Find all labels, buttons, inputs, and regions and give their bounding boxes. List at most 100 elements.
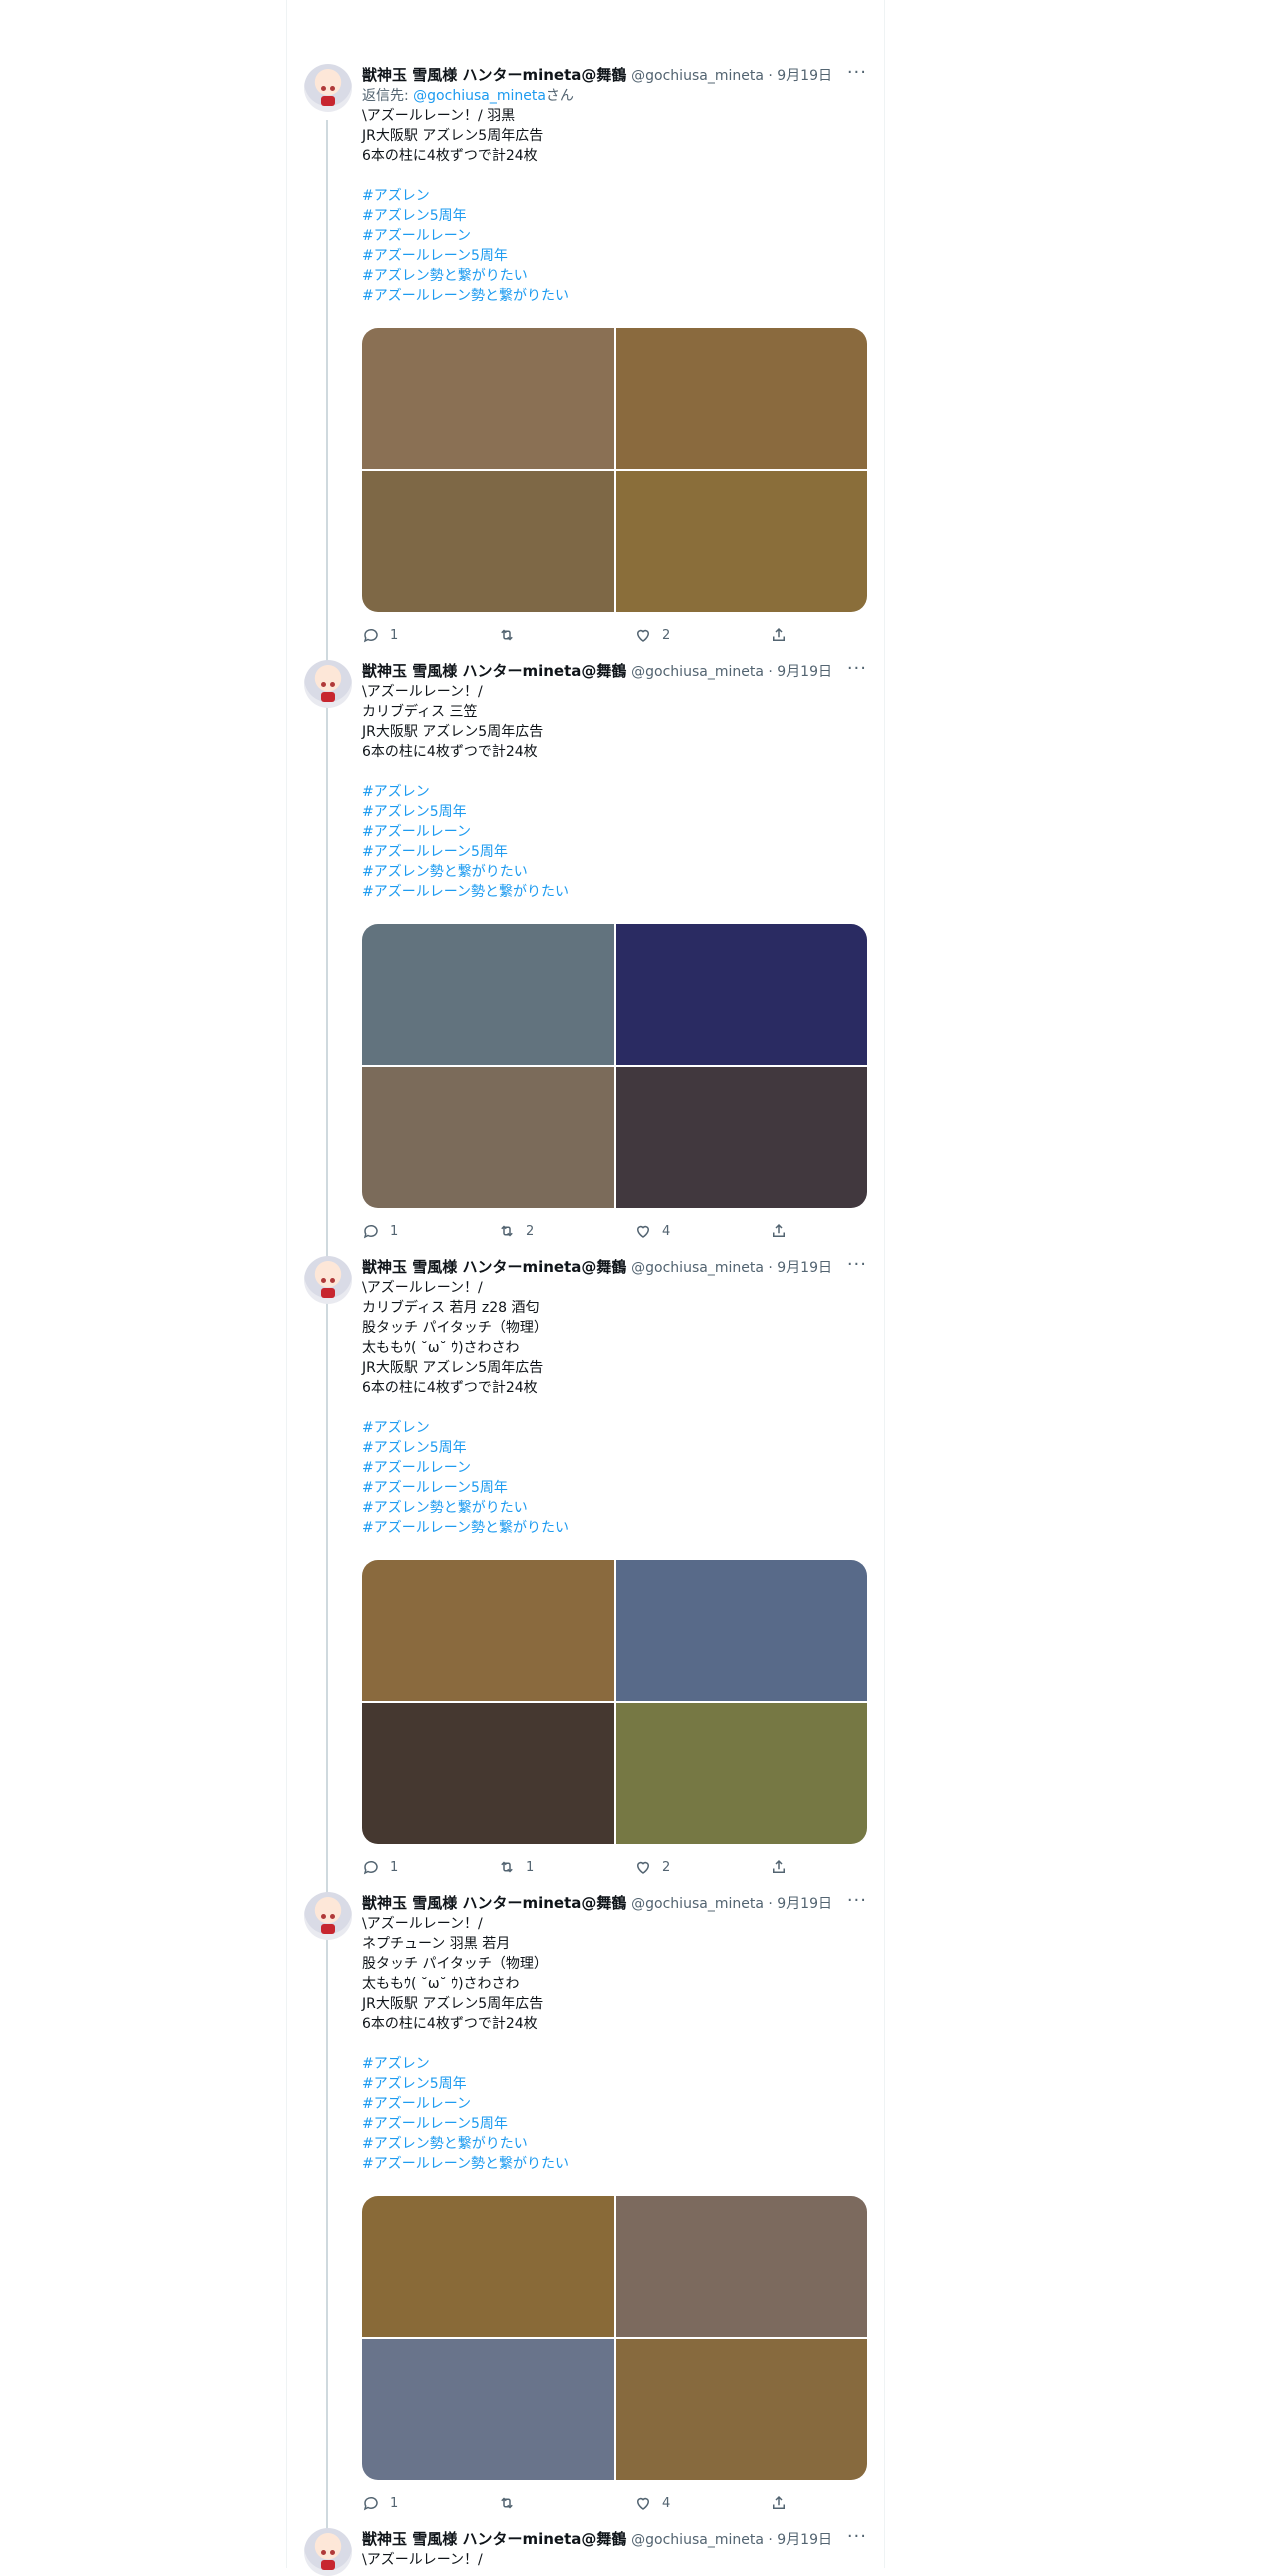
media-photo[interactable]: [362, 328, 614, 469]
author-handle[interactable]: @gochiusa_mineta: [631, 1896, 764, 1912]
more-options-icon[interactable]: ···: [847, 62, 867, 84]
retweet-count: 2: [526, 1223, 535, 1239]
tweet-text-line: \アズールレーン！/: [362, 1280, 483, 1296]
hashtag-link[interactable]: #アズールレーン: [362, 1458, 867, 1478]
media-photo[interactable]: [615, 2196, 867, 2337]
author-handle[interactable]: @gochiusa_mineta: [631, 1260, 764, 1276]
reply-button[interactable]: 1: [362, 2494, 398, 2512]
retweet-button[interactable]: 1: [498, 1858, 534, 1876]
hashtag-link[interactable]: #アズレン: [362, 782, 867, 802]
hashtag-link[interactable]: #アズレン: [362, 2054, 867, 2074]
media-photo[interactable]: [362, 924, 614, 1065]
media-photo[interactable]: [362, 1067, 614, 1208]
like-button[interactable]: 4: [634, 2494, 670, 2512]
retweet-icon: [501, 2497, 513, 2509]
more-options-icon[interactable]: ···: [847, 1890, 867, 1912]
reply-count: 1: [390, 1223, 399, 1239]
tweet-text-line: 6本の柱に4枚ずつで計24枚: [362, 2016, 538, 2032]
hashtag-link[interactable]: #アズールレーン5周年: [362, 246, 867, 266]
hashtag-link[interactable]: #アズレン勢と繋がりたい: [362, 862, 867, 882]
like-button[interactable]: 4: [634, 1222, 670, 1240]
heart-icon: [636, 629, 650, 642]
like-button[interactable]: 2: [634, 1858, 670, 1876]
avatar[interactable]: [304, 2528, 352, 2576]
share-button[interactable]: [770, 1858, 788, 1876]
author-name[interactable]: 獣神玉 雪風様 ハンターmineta@舞鶴: [362, 1258, 626, 1276]
reply-count: 1: [390, 1859, 399, 1875]
author-name[interactable]: 獣神玉 雪風様 ハンターmineta@舞鶴: [362, 1894, 626, 1912]
avatar[interactable]: [304, 660, 352, 708]
media-photo[interactable]: [362, 1703, 614, 1844]
avatar[interactable]: [304, 64, 352, 112]
retweet-button[interactable]: [498, 2494, 526, 2512]
hashtag-link[interactable]: #アズールレーン勢と繋がりたい: [362, 2154, 867, 2174]
media-photo[interactable]: [615, 1560, 867, 1701]
media-photo[interactable]: [615, 2339, 867, 2480]
author-handle[interactable]: @gochiusa_mineta: [631, 664, 764, 680]
reply-icon: [363, 1224, 378, 1239]
reply-button[interactable]: 1: [362, 1222, 398, 1240]
hashtag-link[interactable]: #アズレン5周年: [362, 802, 867, 822]
like-button[interactable]: 2: [634, 626, 670, 644]
retweet-button[interactable]: 2: [498, 1222, 534, 1240]
hashtag-link[interactable]: #アズールレーン5周年: [362, 842, 867, 862]
hashtag-link[interactable]: #アズールレーン勢と繋がりたい: [362, 882, 867, 902]
share-button[interactable]: [770, 626, 788, 644]
tweet-text-line: \アズールレーン！/: [362, 2552, 483, 2568]
media-photo[interactable]: [362, 1560, 614, 1701]
reply-count: 1: [390, 627, 399, 643]
media-photo[interactable]: [615, 471, 867, 612]
hashtag-link[interactable]: #アズールレーン勢と繋がりたい: [362, 1518, 867, 1538]
media-photo[interactable]: [362, 2339, 614, 2480]
hashtag-link[interactable]: #アズレン5周年: [362, 1438, 867, 1458]
hashtag-link[interactable]: #アズレン勢と繋がりたい: [362, 1498, 867, 1518]
hashtag-link[interactable]: #アズレン勢と繋がりたい: [362, 2134, 867, 2154]
author-name[interactable]: 獣神玉 雪風様 ハンターmineta@舞鶴: [362, 66, 626, 84]
avatar[interactable]: [304, 1256, 352, 1304]
share-button[interactable]: [770, 1222, 788, 1240]
hashtag-link[interactable]: #アズレン勢と繋がりたい: [362, 266, 867, 286]
tweet-date[interactable]: 9月19日: [777, 664, 832, 680]
tweet-date[interactable]: 9月19日: [777, 1260, 832, 1276]
avatar[interactable]: [304, 1892, 352, 1940]
media-grid: [362, 2196, 867, 2480]
media-photo[interactable]: [615, 924, 867, 1065]
retweet-button[interactable]: [498, 626, 526, 644]
hashtag-link[interactable]: #アズレン5周年: [362, 206, 867, 226]
more-options-icon[interactable]: ···: [847, 658, 867, 680]
hashtag-link[interactable]: #アズールレーン: [362, 2094, 867, 2114]
hashtag-link[interactable]: #アズレン: [362, 1418, 867, 1438]
hashtag-link[interactable]: #アズールレーン: [362, 226, 867, 246]
media-photo[interactable]: [615, 1703, 867, 1844]
tweet-date[interactable]: 9月19日: [777, 2532, 832, 2548]
heart-icon: [636, 1225, 650, 1238]
tweet-date[interactable]: 9月19日: [777, 68, 832, 84]
hashtag-link[interactable]: #アズレン5周年: [362, 2074, 867, 2094]
author-handle[interactable]: @gochiusa_mineta: [631, 68, 764, 84]
share-button[interactable]: [770, 2494, 788, 2512]
media-grid: [362, 328, 867, 612]
hashtag-link[interactable]: #アズールレーン: [362, 822, 867, 842]
more-options-icon[interactable]: ···: [847, 1254, 867, 1276]
reply-button[interactable]: 1: [362, 626, 398, 644]
media-photo[interactable]: [615, 1067, 867, 1208]
author-name[interactable]: 獣神玉 雪風様 ハンターmineta@舞鶴: [362, 2530, 626, 2548]
share-icon: [773, 1859, 785, 1873]
media-photo[interactable]: [615, 328, 867, 469]
hashtag-link[interactable]: #アズレン: [362, 186, 867, 206]
hashtag-link[interactable]: #アズールレーン5周年: [362, 1478, 867, 1498]
more-options-icon[interactable]: ···: [847, 2526, 867, 2548]
reply-button[interactable]: 1: [362, 1858, 398, 1876]
author-handle[interactable]: @gochiusa_mineta: [631, 2532, 764, 2548]
media-photo[interactable]: [362, 2196, 614, 2337]
hashtag-link[interactable]: #アズールレーン5周年: [362, 2114, 867, 2134]
like-count: 4: [662, 1223, 671, 1239]
like-count: 2: [662, 627, 671, 643]
reply-to-handle[interactable]: @gochiusa_mineta: [413, 88, 546, 104]
media-photo[interactable]: [362, 471, 614, 612]
hashtag-link[interactable]: #アズールレーン勢と繋がりたい: [362, 286, 867, 306]
heart-icon: [636, 1861, 650, 1874]
tweet-text-line: 股タッチ パイタッチ（物理）: [362, 1956, 548, 1972]
author-name[interactable]: 獣神玉 雪風様 ハンターmineta@舞鶴: [362, 662, 626, 680]
tweet-date[interactable]: 9月19日: [777, 1896, 832, 1912]
